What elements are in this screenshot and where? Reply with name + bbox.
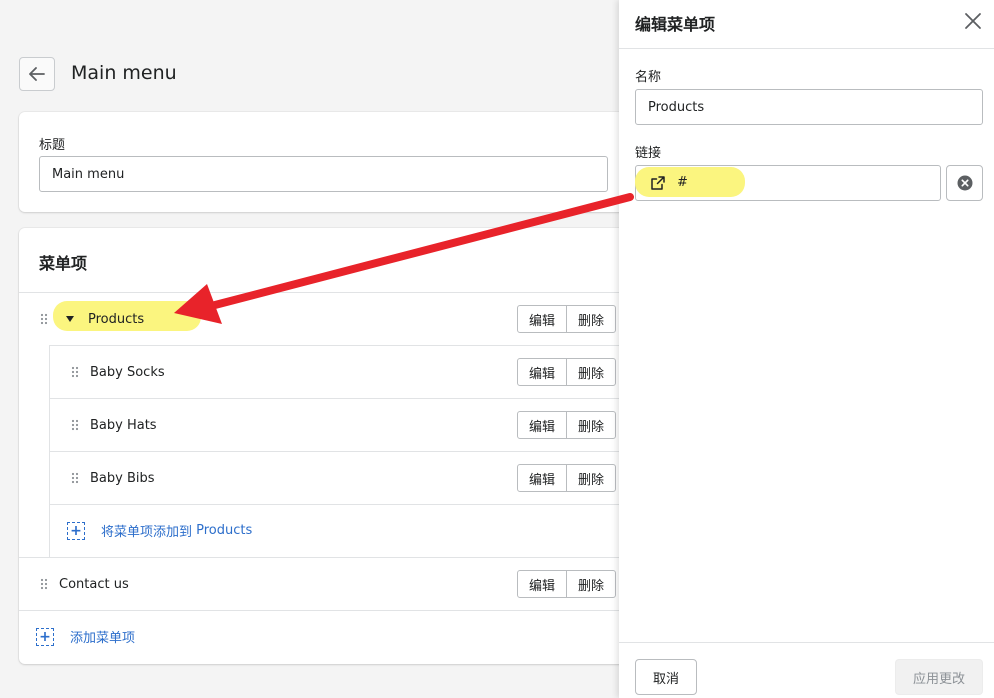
clear-link-button[interactable] <box>946 165 983 201</box>
menu-item-baby-bibs[interactable]: Baby Bibs 编辑 删除 <box>49 451 659 504</box>
item-actions: 编辑 删除 <box>516 358 616 386</box>
add-child-row: + 将菜单项添加到 Products <box>49 504 659 557</box>
add-child-item-link[interactable]: + 将菜单项添加到 Products <box>67 521 252 540</box>
add-child-target: Products <box>196 523 253 538</box>
item-actions: 编辑 删除 <box>516 305 616 333</box>
panel-header: 编辑菜单项 <box>619 0 994 49</box>
caret-down-icon[interactable] <box>65 315 75 323</box>
menu-item-label: Contact us <box>59 576 129 592</box>
title-input[interactable]: Main menu <box>39 156 608 192</box>
menu-item-baby-hats[interactable]: Baby Hats 编辑 删除 <box>49 398 659 451</box>
cancel-button[interactable]: 取消 <box>635 659 697 695</box>
add-icon: + <box>67 521 85 540</box>
title-field-label: 标题 <box>39 138 66 153</box>
menu-item-label: Baby Socks <box>90 364 165 380</box>
delete-button[interactable]: 删除 <box>565 306 615 332</box>
menu-item-label: Baby Bibs <box>90 470 155 486</box>
add-child-prefix: 将菜单项添加到 <box>101 525 197 540</box>
menu-item-label: Baby Hats <box>90 417 157 433</box>
edit-button[interactable]: 编辑 <box>518 465 566 491</box>
link-input[interactable]: # <box>635 165 941 201</box>
arrow-left-icon <box>29 67 45 81</box>
menu-item-products[interactable]: Products 编辑 删除 <box>19 292 659 345</box>
link-value: # <box>677 175 688 190</box>
drag-handle-icon[interactable] <box>39 313 49 325</box>
back-button[interactable] <box>19 57 55 91</box>
edit-menu-item-panel: 编辑菜单项 名称 Products 链接 # 取消 应用更改 <box>619 0 994 698</box>
item-actions: 编辑 删除 <box>516 464 616 492</box>
menu-items-heading: 菜单项 <box>39 254 88 273</box>
link-field-label: 链接 <box>635 146 662 161</box>
add-menu-item-link[interactable]: + 添加菜单项 <box>36 627 135 646</box>
add-menu-item-label: 添加菜单项 <box>70 631 136 646</box>
delete-button[interactable]: 删除 <box>565 412 615 438</box>
name-field-label: 名称 <box>635 70 662 85</box>
drag-handle-icon[interactable] <box>39 578 49 590</box>
page-title: Main menu <box>71 62 177 84</box>
delete-button[interactable]: 删除 <box>565 571 615 597</box>
name-input[interactable]: Products <box>635 89 983 125</box>
item-actions: 编辑 删除 <box>516 570 616 598</box>
item-actions: 编辑 删除 <box>516 411 616 439</box>
edit-button[interactable]: 编辑 <box>518 306 566 332</box>
menu-item-label: Products <box>88 311 145 327</box>
drag-handle-icon[interactable] <box>70 366 80 378</box>
delete-button[interactable]: 删除 <box>565 359 615 385</box>
close-circle-icon <box>957 175 972 191</box>
panel-footer: 取消 应用更改 <box>619 642 994 698</box>
apply-changes-button[interactable]: 应用更改 <box>895 659 983 695</box>
edit-button[interactable]: 编辑 <box>518 571 566 597</box>
drag-handle-icon[interactable] <box>70 472 80 484</box>
close-icon[interactable] <box>962 10 984 32</box>
panel-title: 编辑菜单项 <box>635 15 716 34</box>
add-icon: + <box>36 627 54 646</box>
menu-items-card: 菜单项 Products 编辑 删除 Baby Socks 编辑 删除 Baby… <box>19 228 659 664</box>
edit-button[interactable]: 编辑 <box>518 359 566 385</box>
menu-item-baby-socks[interactable]: Baby Socks 编辑 删除 <box>49 345 659 398</box>
edit-button[interactable]: 编辑 <box>518 412 566 438</box>
title-card: 标题 Main menu <box>19 112 659 212</box>
external-link-icon <box>651 176 665 190</box>
add-item-row: + 添加菜单项 <box>19 610 659 663</box>
delete-button[interactable]: 删除 <box>565 465 615 491</box>
menu-item-contact-us[interactable]: Contact us 编辑 删除 <box>19 557 659 610</box>
drag-handle-icon[interactable] <box>70 419 80 431</box>
